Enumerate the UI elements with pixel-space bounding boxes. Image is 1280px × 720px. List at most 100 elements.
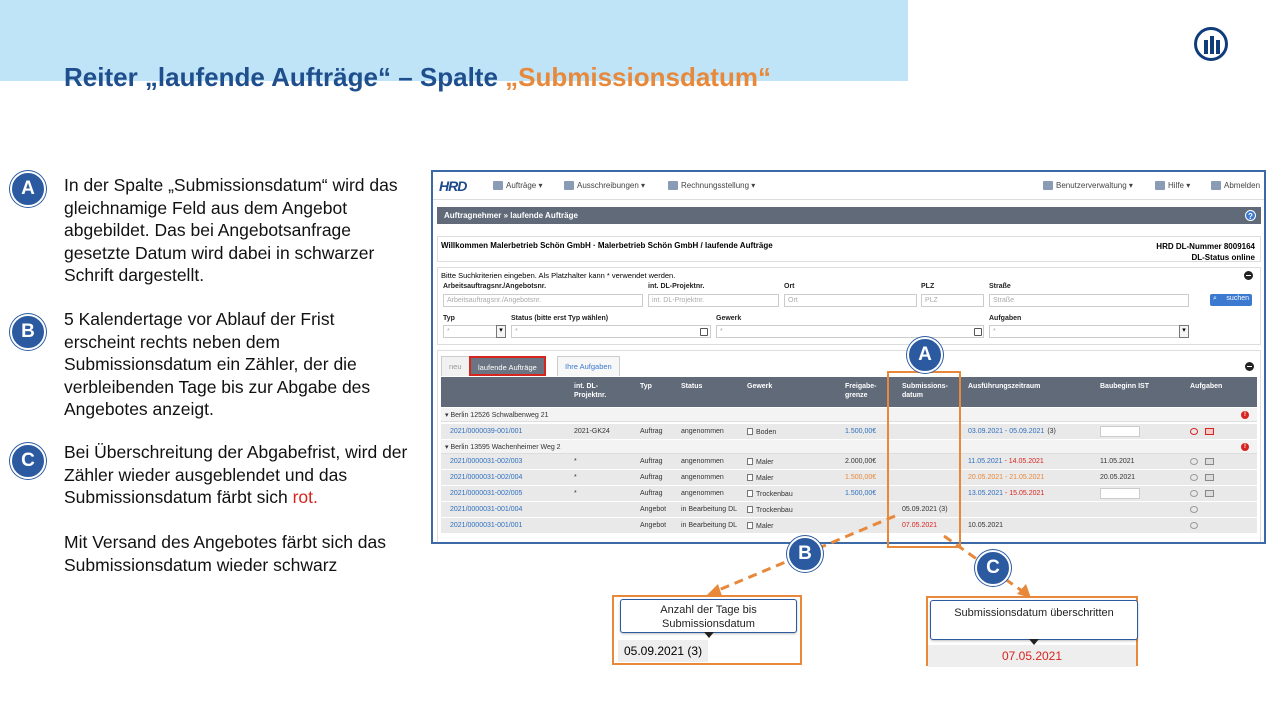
- gewerk-checkbox[interactable]: [974, 328, 982, 336]
- az-end: 05.09.2021: [1009, 428, 1045, 435]
- status-checkbox[interactable]: [700, 328, 708, 336]
- status-value: angenommen: [681, 474, 724, 481]
- point-c-note: Mit Versand des Angebotes färbt sich das…: [64, 532, 386, 575]
- gewerk-value: Maler: [747, 458, 774, 466]
- freigabe-value[interactable]: 1.500,00€: [845, 428, 876, 435]
- col-typ[interactable]: Typ: [640, 382, 652, 391]
- gewerk-select[interactable]: *: [716, 325, 984, 338]
- az-suffix: (3): [1047, 428, 1056, 435]
- col-aufgaben[interactable]: Aufgaben: [1190, 382, 1222, 391]
- table-row: 2021/0000031-001/004 Angebot in Bearbeitun…: [441, 502, 1257, 518]
- chat-icon[interactable]: [1190, 506, 1198, 513]
- tab-neu[interactable]: neu: [441, 356, 470, 376]
- status-select[interactable]: *: [511, 325, 711, 338]
- label-status: Status (bitte erst Typ wählen): [511, 315, 609, 322]
- az-end: 21.05.2021: [1009, 474, 1045, 481]
- typ-value: Auftrag: [640, 458, 663, 465]
- table-row: 2021/0000031-002/005 * Auftrag angenommen Tr…: [441, 486, 1257, 502]
- ort-input[interactable]: Ort: [784, 294, 917, 307]
- label-plz: PLZ: [921, 283, 935, 290]
- calendar-icon[interactable]: [1205, 474, 1214, 481]
- tab-laufende-auftraege[interactable]: laufende Aufträge: [469, 356, 546, 376]
- table-row: 2021/0000039-001/001 2021-GK24 Auftrag ange…: [441, 424, 1257, 440]
- menu-benutzerverwaltung[interactable]: Benutzerverwaltung ▾: [1043, 181, 1133, 190]
- group-row[interactable]: ▾ Berlin 12526 Schwalbenweg 21!: [441, 408, 1257, 422]
- search-icon: ⌕: [1213, 295, 1217, 302]
- chat-icon[interactable]: [1190, 522, 1198, 529]
- group-row[interactable]: ▾ Berlin 13595 Wachenheimer Weg 2!: [441, 440, 1257, 454]
- gewerk-value: Boden: [747, 428, 776, 436]
- search-button[interactable]: ⌕ suchen: [1210, 294, 1252, 306]
- az-start: 20.05.2021: [968, 474, 1004, 481]
- collapse-icon[interactable]: [1244, 271, 1253, 280]
- menu-auftraege[interactable]: Aufträge ▾: [493, 181, 542, 190]
- order-number-link[interactable]: 2021/0000031-002/005: [450, 490, 522, 497]
- slide-title: Reiter „laufende Aufträge“ – Spalte „Sub…: [64, 62, 771, 93]
- ausfuehrungszeitraum-value: 03.09.2021 - 05.09.2021 (3): [968, 428, 1056, 435]
- chat-icon[interactable]: [1190, 474, 1198, 481]
- tab-ihre-aufgaben[interactable]: Ihre Aufgaben: [557, 356, 620, 376]
- label-auftrag: Arbeitsauftragsnr./Angebotsnr.: [443, 283, 547, 290]
- calendar-icon[interactable]: [1205, 490, 1214, 497]
- allianz-logo-icon: [1194, 27, 1228, 61]
- status-value: angenommen: [681, 458, 724, 465]
- projekt-value: 2021-GK24: [574, 428, 610, 435]
- chat-icon[interactable]: [1190, 428, 1198, 435]
- calendar-icon[interactable]: [1205, 428, 1214, 435]
- group-label: ▾ Berlin 12526 Schwalbenweg 21: [445, 412, 549, 419]
- baubeginn-value: 11.05.2021: [1100, 458, 1135, 465]
- typ-value: Auftrag: [640, 428, 663, 435]
- az-start: 11.05.2021: [968, 458, 1003, 465]
- chevron-down-icon[interactable]: ▾: [1179, 325, 1189, 338]
- typ-value: Angebot: [640, 522, 667, 529]
- baubeginn-input[interactable]: [1100, 488, 1140, 499]
- gewerk-text: Trockenbau: [756, 507, 793, 514]
- chat-icon[interactable]: [1190, 490, 1198, 497]
- order-number-link[interactable]: 2021/0000031-001/004: [450, 506, 522, 513]
- projekt-input[interactable]: int. DL-Projektnr.: [648, 294, 779, 307]
- col-baubeginn[interactable]: Baubeginn IST: [1100, 382, 1149, 391]
- strasse-input[interactable]: Straße: [989, 294, 1189, 307]
- ausfuehrungszeitraum-value: 20.05.2021 - 21.05.2021: [968, 474, 1047, 481]
- orders-panel: neu laufende Aufträge Ihre Aufgaben int.…: [437, 350, 1261, 542]
- col-status[interactable]: Status: [681, 382, 702, 391]
- help-icon[interactable]: ?: [1245, 210, 1256, 221]
- aufgaben-select[interactable]: *: [989, 325, 1189, 338]
- document-icon: [747, 506, 753, 513]
- freigabe-value[interactable]: 1.500,00€: [845, 490, 876, 497]
- invoice-icon: [668, 181, 678, 190]
- col-ausfuehrungszeitraum[interactable]: Ausführungszeitraum: [968, 382, 1040, 391]
- gewerk-value: Maler: [747, 474, 774, 482]
- calendar-icon[interactable]: [1205, 458, 1214, 465]
- col-gewerk[interactable]: Gewerk: [747, 382, 772, 391]
- menu-abmelden[interactable]: Abmelden: [1211, 181, 1260, 190]
- col-freigabe[interactable]: Freigabe-grenze: [845, 382, 885, 400]
- order-number-link[interactable]: 2021/0000031-002/004: [450, 474, 522, 481]
- collapse-icon[interactable]: [1245, 362, 1254, 371]
- auftrag-input[interactable]: Arbeitsauftragsnr./Angebotsnr.: [443, 294, 643, 307]
- az-start: 10.05.2021: [968, 522, 1004, 529]
- point-c-red-text: rot.: [292, 487, 318, 507]
- label-typ: Typ: [443, 315, 455, 322]
- chat-icon[interactable]: [1190, 458, 1198, 465]
- plz-input[interactable]: PLZ: [921, 294, 984, 307]
- alert-icon: !: [1241, 411, 1249, 419]
- welcome-bar: Willkommen Malerbetrieb Schön GmbH · Mal…: [437, 236, 1261, 262]
- chevron-down-icon[interactable]: ▾: [496, 325, 506, 338]
- menu-rechnungsstellung[interactable]: Rechnungsstellung ▾: [668, 181, 755, 190]
- menu-hilfe[interactable]: Hilfe ▾: [1155, 181, 1190, 190]
- badge-c-callout: C: [975, 550, 1011, 586]
- gewerk-value: Maler: [747, 522, 774, 530]
- point-c-text: Bei Überschreitung der Abgabefrist, wird…: [64, 442, 408, 507]
- order-number-link[interactable]: 2021/0000031-002/003: [450, 458, 522, 465]
- order-number-link[interactable]: 2021/0000031-001/001: [450, 522, 522, 529]
- label-strasse: Straße: [989, 283, 1011, 290]
- menu-ausschreibungen[interactable]: Ausschreibungen ▾: [564, 181, 645, 190]
- order-number-link[interactable]: 2021/0000039-001/001: [450, 428, 522, 435]
- baubeginn-input[interactable]: [1100, 426, 1140, 437]
- ausfuehrungszeitraum-value: 10.05.2021: [968, 522, 1006, 529]
- col-projekt[interactable]: int. DL-Projektnr.: [574, 382, 624, 400]
- help-icon: [1155, 181, 1165, 190]
- gewerk-value: Trockenbau: [747, 490, 793, 498]
- breadcrumb: Auftragnehmer » laufende Aufträge?: [437, 207, 1261, 224]
